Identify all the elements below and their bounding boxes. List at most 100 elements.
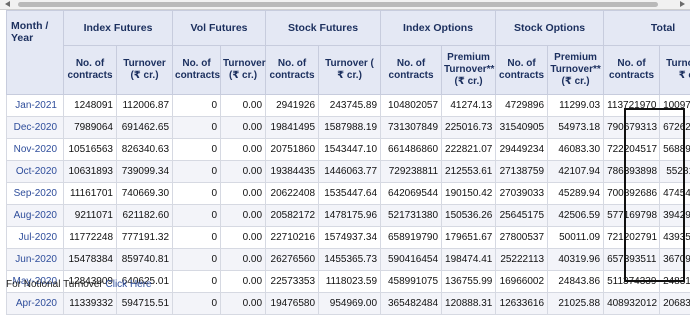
table-cell: 521731380 bbox=[381, 205, 442, 227]
month-link[interactable]: Sep-2020 bbox=[7, 183, 64, 205]
table-cell: 577169798 bbox=[604, 205, 660, 227]
table-cell: 12633616 bbox=[496, 293, 548, 315]
table-cell: 198474.41 bbox=[442, 249, 496, 271]
table-cell: 2941926 bbox=[266, 95, 319, 117]
table-cell: 739099.34 bbox=[117, 161, 173, 183]
table-cell: 1478175.96 bbox=[319, 205, 381, 227]
table-cell: 11772248 bbox=[64, 227, 117, 249]
table-cell: 190150.42 bbox=[442, 183, 496, 205]
table-cell: 10631893 bbox=[64, 161, 117, 183]
table-cell: 40319.96 bbox=[548, 249, 604, 271]
month-link[interactable]: Jul-2020 bbox=[7, 227, 64, 249]
horizontal-scrollbar[interactable] bbox=[0, 0, 690, 10]
table-cell: 42506.59 bbox=[548, 205, 604, 227]
table-cell: 16966002 bbox=[496, 271, 548, 293]
table-cell: 721202791 bbox=[604, 227, 660, 249]
table-cell: 0 bbox=[173, 293, 221, 315]
month-link[interactable]: Nov-2020 bbox=[7, 139, 64, 161]
table-cell: 777191.32 bbox=[117, 227, 173, 249]
table-cell: 67262247.98 bbox=[660, 117, 690, 139]
table-cell: 365482484 bbox=[381, 293, 442, 315]
table-cell: 4729896 bbox=[496, 95, 548, 117]
table-cell: 0 bbox=[173, 227, 221, 249]
table-cell: 10097185.15 bbox=[660, 95, 690, 117]
index-futures-turnover-header: Turnover (₹ cr.) bbox=[117, 46, 173, 95]
table-cell: 179651.67 bbox=[442, 227, 496, 249]
table-cell: 826340.63 bbox=[117, 139, 173, 161]
table-cell: 21025.88 bbox=[548, 293, 604, 315]
table-cell: 0.00 bbox=[221, 95, 266, 117]
table-row: Jun-202015478384859740.8100.002627656014… bbox=[7, 249, 690, 271]
table-cell: 11161701 bbox=[64, 183, 117, 205]
table-cell: 1543447.10 bbox=[319, 139, 381, 161]
table-cell: 729238811 bbox=[381, 161, 442, 183]
table-cell: 20622408 bbox=[266, 183, 319, 205]
month-link[interactable]: Jun-2020 bbox=[7, 249, 64, 271]
table-cell: 859740.81 bbox=[117, 249, 173, 271]
month-link[interactable]: Apr-2020 bbox=[7, 293, 64, 315]
month-link[interactable]: Jan-2021 bbox=[7, 95, 64, 117]
table-cell: 43935708.47 bbox=[660, 227, 690, 249]
table-cell: 36709780.38 bbox=[660, 249, 690, 271]
table-cell: 19476580 bbox=[266, 293, 319, 315]
table-cell: 0 bbox=[173, 117, 221, 139]
table-cell: 458991075 bbox=[381, 271, 442, 293]
table-cell: 700892686 bbox=[604, 183, 660, 205]
notional-turnover-link[interactable]: Click Here bbox=[106, 279, 152, 290]
table-cell: 1118023.59 bbox=[319, 271, 381, 293]
month-link[interactable]: Aug-2020 bbox=[7, 205, 64, 227]
stock-options-contracts-header: No. of contracts bbox=[496, 46, 548, 95]
index-futures-contracts-header: No. of contracts bbox=[64, 46, 117, 95]
table-cell: 1574937.34 bbox=[319, 227, 381, 249]
table-cell: 150536.26 bbox=[442, 205, 496, 227]
scroll-right-arrow-icon[interactable] bbox=[680, 1, 685, 7]
table-cell: 56889565.39 bbox=[660, 139, 690, 161]
table-cell: 740669.30 bbox=[117, 183, 173, 205]
stock-options-premium-turnover-header: Premium Turnover** (₹ cr.) bbox=[548, 46, 604, 95]
scroll-left-arrow-icon[interactable] bbox=[5, 1, 10, 7]
table-row: Apr-202011339332594715.5100.001947658095… bbox=[7, 293, 690, 315]
table-cell: 954969.00 bbox=[319, 293, 381, 315]
scrollbar-thumb[interactable] bbox=[18, 2, 658, 7]
table-cell: 1455365.73 bbox=[319, 249, 381, 271]
table-cell: 222821.07 bbox=[442, 139, 496, 161]
table-cell: 25645175 bbox=[496, 205, 548, 227]
table-cell: 46083.30 bbox=[548, 139, 604, 161]
table-cell: 0 bbox=[173, 249, 221, 271]
table-cell: 19384435 bbox=[266, 161, 319, 183]
table-cell: 11299.03 bbox=[548, 95, 604, 117]
table-cell: 1446063.77 bbox=[319, 161, 381, 183]
table-cell: 113721970 bbox=[604, 95, 660, 117]
table-cell: 0 bbox=[173, 183, 221, 205]
table-cell: 0.00 bbox=[221, 227, 266, 249]
table-cell: 7989064 bbox=[64, 117, 117, 139]
table-row: Dec-20207989064691462.6500.0019841495158… bbox=[7, 117, 690, 139]
table-cell: 0.00 bbox=[221, 183, 266, 205]
table-row: Nov-202010516563826340.6300.002075186015… bbox=[7, 139, 690, 161]
footnote: For Notional Turnover Click Here bbox=[6, 280, 152, 290]
table-cell: 27039033 bbox=[496, 183, 548, 205]
table-cell: 658919790 bbox=[381, 227, 442, 249]
table-cell: 22573353 bbox=[266, 271, 319, 293]
table-cell: 47454518.43 bbox=[660, 183, 690, 205]
table-cell: 661486860 bbox=[381, 139, 442, 161]
table-cell: 212553.61 bbox=[442, 161, 496, 183]
table-cell: 408932012 bbox=[604, 293, 660, 315]
index-options-header: Index Options bbox=[381, 11, 496, 46]
table-cell: 1535447.64 bbox=[319, 183, 381, 205]
table-cell: 31540905 bbox=[496, 117, 548, 139]
table-cell: 225016.73 bbox=[442, 117, 496, 139]
table-cell: 104802057 bbox=[381, 95, 442, 117]
table-cell: 25222113 bbox=[496, 249, 548, 271]
table-cell: 45289.94 bbox=[548, 183, 604, 205]
stock-futures-contracts-header: No. of contracts bbox=[266, 46, 319, 95]
table-cell: 0.00 bbox=[221, 271, 266, 293]
month-link[interactable]: Dec-2020 bbox=[7, 117, 64, 139]
table-cell: 20751860 bbox=[266, 139, 319, 161]
table-cell: 594715.51 bbox=[117, 293, 173, 315]
index-futures-header: Index Futures bbox=[64, 11, 173, 46]
table-cell: 55281624.3 bbox=[660, 161, 690, 183]
total-contracts-header: No. of contracts bbox=[604, 46, 660, 95]
table-cell: 15478384 bbox=[64, 249, 117, 271]
month-link[interactable]: Oct-2020 bbox=[7, 161, 64, 183]
